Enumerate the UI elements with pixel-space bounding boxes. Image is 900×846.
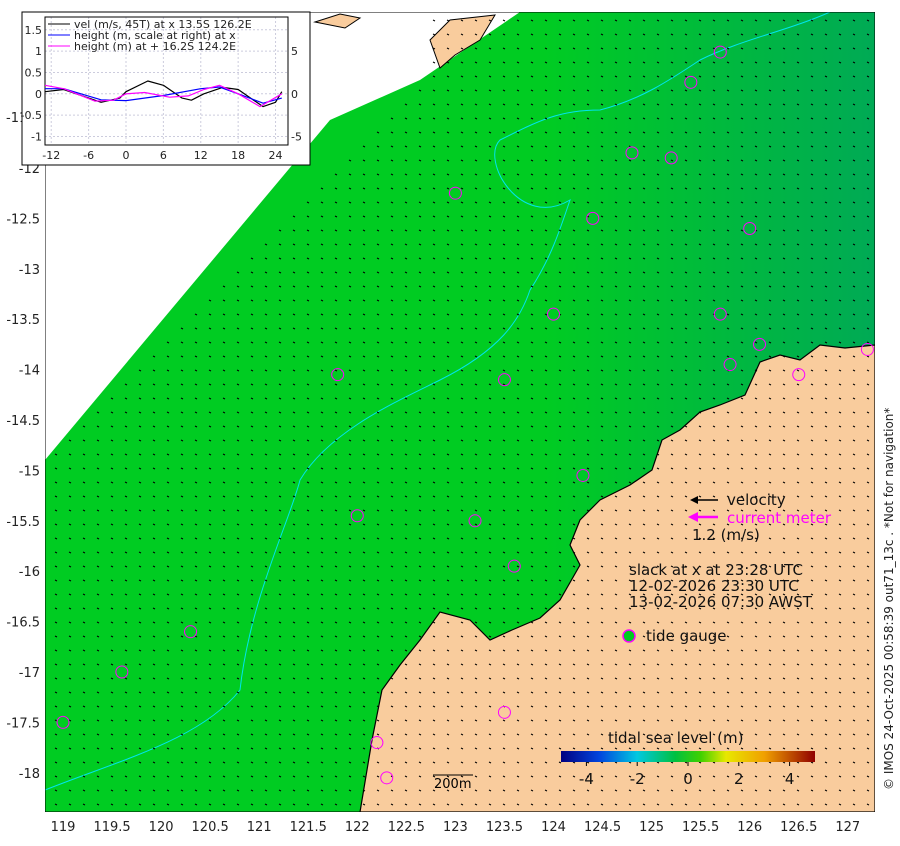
lon-tick-label: 121.5 [290,820,327,835]
colorbar-tick-label: 2 [734,770,744,788]
lon-tick-label: 120.5 [192,820,229,835]
inset-y-left-tick: -1 [31,130,42,143]
lon-tick-label: 122.5 [388,820,425,835]
lon-tick-label: 125.5 [682,820,719,835]
lon-tick-label: 126 [737,820,762,835]
scale-bar-label: 200m [434,777,471,792]
lat-tick-label: -17 [19,666,40,681]
lat-tick-label: -15 [19,464,40,479]
inset-x-tick: -6 [83,149,94,162]
inset-y-left-tick: 0 [35,88,42,101]
inset-y-right-tick: 5 [291,45,298,58]
colorbar-tick-label: 0 [683,770,693,788]
lon-tick-label: 124.5 [584,820,621,835]
lon-tick-label: 125 [639,820,664,835]
legend-velocity: velocity [727,491,786,509]
inset-legend-entry: height (m) at + 16.2S 124.2E [74,40,236,53]
inset-y-right-tick: 0 [291,88,298,101]
lon-tick-label: 119 [51,820,76,835]
inset-y-left-tick: 1 [35,45,42,58]
inset-y-left-tick: 0.5 [25,66,43,79]
local-time: 13-02-2026 07:30 AWST [629,593,813,611]
colorbar-tick-label: -4 [579,770,594,788]
lat-tick-label: -16 [19,565,40,580]
inset-x-tick: 0 [123,149,130,162]
inset-y-left-tick: 1.5 [25,24,43,37]
inset-y-right-tick: -5 [291,130,302,143]
legend-current-meter: current meter [727,509,832,527]
lat-tick-label: -14.5 [6,414,40,429]
legend-tide-gauge: tide gauge [646,627,727,645]
tide-gauge-icon [622,629,636,643]
lat-tick-label: -18 [19,767,40,782]
lon-tick-label: 120 [149,820,174,835]
credit-text: © IMOS 24-Oct-2025 00:58:39 out71_13c . … [882,408,896,790]
lon-tick-label: 124 [541,820,566,835]
colorbar-title: tidal sea level (m) [608,729,743,747]
lon-tick-label: 127 [835,820,860,835]
inset-x-tick: -12 [42,149,60,162]
map-canvas: 119 119.5 120 120.5 121 121.5 122 122.5 123 123.5… [6,11,896,835]
inset-y-left-tick: -0.5 [21,109,42,122]
tide-map-figure: 119 119.5 120 120.5 121 121.5 122 122.5 123 123.5… [0,0,900,846]
inset-x-tick: 18 [231,149,245,162]
lat-tick-label: -17.5 [6,716,40,731]
inset-timeseries-chart: -12 -6 0 6 12 18 241.510.50-0.5-150-5vel (m/s,… [21,11,311,166]
legend-arrow-scale: 1.2 (m/s) [692,526,760,544]
lat-tick-label: -13 [19,263,40,278]
inset-x-tick: 24 [269,149,283,162]
lon-tick-label: 122 [345,820,370,835]
lon-tick-label: 126.5 [780,820,817,835]
inset-x-tick: 6 [160,149,167,162]
lat-tick-label: -14 [19,364,40,379]
colorbar-tick-label: 4 [785,770,795,788]
lat-tick-label: -16.5 [6,616,40,631]
colorbar-gradient [561,751,815,762]
lon-tick-label: 121 [247,820,272,835]
lon-tick-label: 123.5 [486,820,523,835]
lat-tick-label: -12.5 [6,212,40,227]
lat-tick-label: -13.5 [6,313,40,328]
colorbar-tick-label: -2 [630,770,645,788]
lon-tick-label: 123 [443,820,468,835]
latitude-axis: -12-12.5-13-13.5-14-14.5-15-15.5-16-16.5… [6,162,40,782]
lon-tick-label: 119.5 [93,820,130,835]
lat-tick-label: -15.5 [6,515,40,530]
inset-x-tick: 12 [194,149,208,162]
longitude-axis: 119 119.5 120 120.5 121 121.5 122 122.5 123 123.5… [51,820,861,835]
